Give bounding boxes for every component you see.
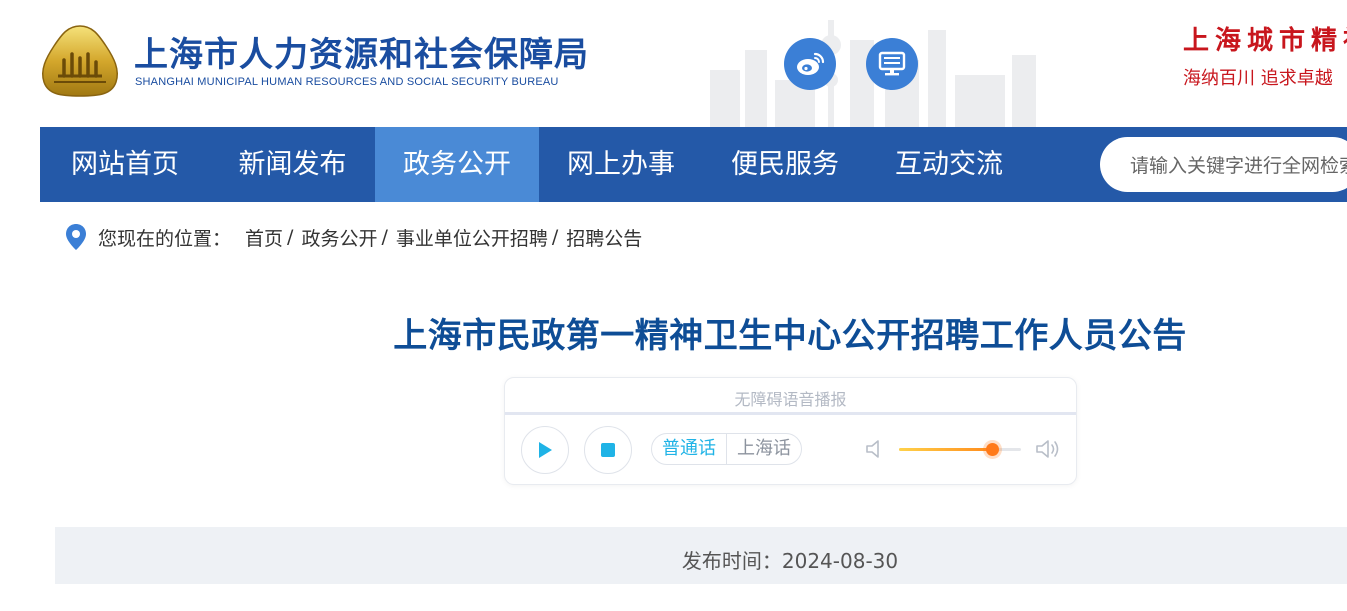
breadcrumb-separator: / bbox=[287, 226, 294, 248]
accessibility-audio-player: 无障碍语音播报 普通话 上海话 bbox=[504, 377, 1077, 485]
desktop-button[interactable] bbox=[866, 38, 918, 90]
volume-slider-handle[interactable] bbox=[985, 443, 999, 456]
player-title: 无障碍语音播报 bbox=[734, 390, 847, 409]
nav-item-news[interactable]: 新闻发布 bbox=[210, 127, 375, 202]
play-button[interactable] bbox=[521, 426, 569, 474]
breadcrumb-recruitment[interactable]: 事业单位公开招聘 bbox=[396, 224, 548, 251]
volume-low-icon[interactable] bbox=[865, 438, 883, 460]
volume-slider-fill bbox=[899, 448, 992, 451]
weibo-icon bbox=[797, 52, 825, 75]
breadcrumb-separator: / bbox=[551, 226, 559, 248]
breadcrumb-separator: / bbox=[381, 226, 388, 248]
nav-item-gov-affairs[interactable]: 政务公开 bbox=[375, 127, 539, 202]
stop-button[interactable] bbox=[584, 426, 632, 474]
breadcrumb-prefix: 您现在的位置： bbox=[98, 227, 232, 250]
playback-progress-track[interactable] bbox=[505, 412, 1076, 415]
desktop-icon bbox=[878, 51, 906, 76]
bureau-logo-icon bbox=[42, 25, 118, 97]
site-name-cn[interactable]: 上海市人力资源和社会保障局 bbox=[134, 27, 589, 76]
article-title: 上海市民政第一精神卫生中心公开招聘工作人员公告 bbox=[393, 316, 1187, 356]
weibo-button[interactable] bbox=[784, 38, 836, 90]
search-box bbox=[1100, 137, 1347, 192]
volume-slider[interactable] bbox=[899, 443, 1021, 456]
language-shanghainese-option[interactable]: 上海话 bbox=[726, 434, 801, 464]
nav-item-interaction[interactable]: 互动交流 bbox=[867, 127, 1031, 202]
language-toggle: 普通话 上海话 bbox=[651, 433, 802, 465]
search-input[interactable] bbox=[1100, 137, 1347, 192]
volume-high-icon[interactable] bbox=[1035, 437, 1061, 461]
city-spirit-subslogan: 海纳百川 追求卓越 bbox=[1183, 68, 1333, 89]
nav-item-online-services[interactable]: 网上办事 bbox=[539, 127, 703, 202]
breadcrumb-home[interactable]: 首页 bbox=[245, 224, 283, 251]
site-header: 上海市人力资源和社会保障局 SHANGHAI MUNICIPAL HUMAN R… bbox=[0, 0, 1347, 127]
site-name-en: SHANGHAI MUNICIPAL HUMAN RESOURCES AND S… bbox=[135, 76, 559, 88]
play-icon bbox=[539, 442, 552, 458]
language-mandarin-option[interactable]: 普通话 bbox=[652, 434, 726, 464]
nav-item-home[interactable]: 网站首页 bbox=[40, 127, 210, 202]
nav-item-public-services[interactable]: 便民服务 bbox=[703, 127, 867, 202]
city-spirit-slogan: 上海城市精神 bbox=[1183, 26, 1347, 56]
location-pin-icon bbox=[66, 224, 86, 250]
stop-icon bbox=[601, 443, 615, 457]
breadcrumb: 您现在的位置： 首页 / 政务公开 / 事业单位公开招聘 / 招聘公告 bbox=[64, 222, 642, 252]
breadcrumb-gov-affairs[interactable]: 政务公开 bbox=[301, 224, 377, 251]
publish-date: 发布时间：2024-08-30 bbox=[681, 549, 899, 573]
breadcrumb-announcement[interactable]: 招聘公告 bbox=[566, 224, 642, 251]
